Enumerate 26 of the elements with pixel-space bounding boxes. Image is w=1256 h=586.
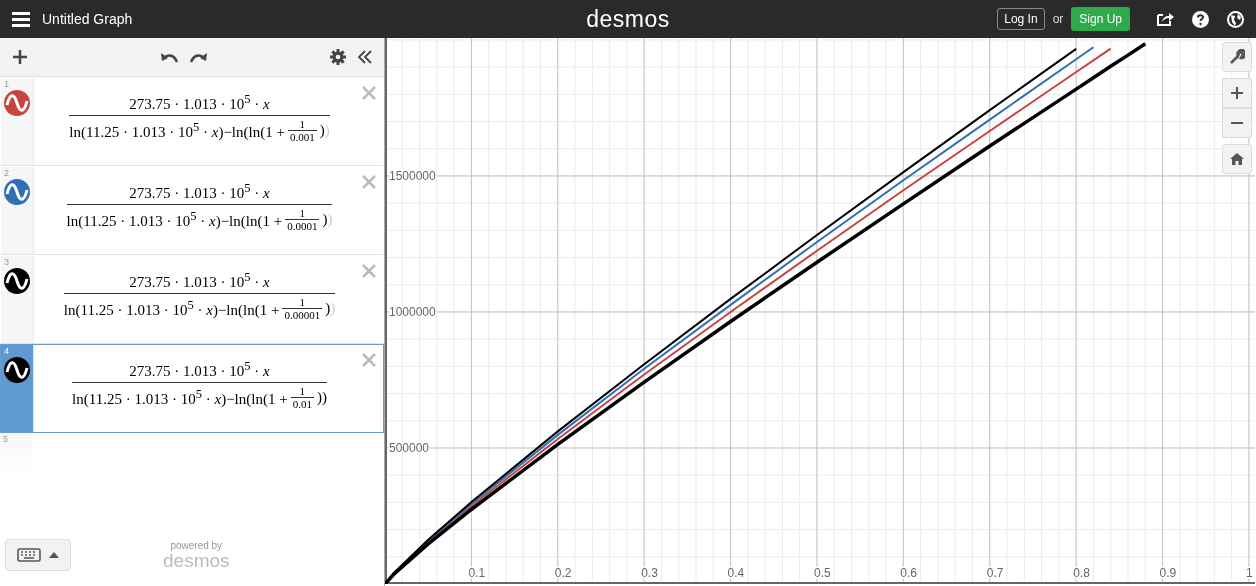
y-tick-label: 500000 — [389, 441, 430, 455]
expression-number: 1 — [4, 79, 9, 89]
expression-number: 2 — [4, 168, 9, 178]
x-tick-label: 0.7 — [986, 566, 1004, 580]
closing-parenthesis: ) — [330, 300, 336, 317]
x-tick-label: 0.4 — [727, 566, 745, 580]
closing-parenthesis: ) — [324, 122, 330, 139]
x-tick-label: 0.8 — [1073, 566, 1090, 580]
x-tick-label: 0.9 — [1159, 566, 1177, 580]
x-tick-label: 0.6 — [900, 566, 918, 580]
brand-logo: desmos — [163, 550, 230, 570]
expression-number: 4 — [4, 346, 9, 356]
expression-number: 5 — [3, 434, 8, 444]
closing-parenthesis: ) — [321, 389, 327, 406]
y-tick-label: 1500000 — [389, 168, 436, 183]
powered-by-text: powered by — [170, 540, 223, 551]
x-tick-label: 0.2 — [554, 566, 572, 580]
x-tick-label: 0.5 — [814, 566, 831, 580]
y-tick-label: 1000000 — [389, 304, 436, 319]
x-tick-label: 0.3 — [641, 566, 658, 580]
logo: desmos — [586, 5, 670, 33]
closing-parenthesis: ) — [327, 211, 333, 228]
or-text: or — [1052, 12, 1064, 26]
x-tick-label: 1 — [1245, 566, 1253, 580]
expression-number: 3 — [4, 257, 9, 267]
x-tick-label: 0.1 — [468, 566, 486, 580]
